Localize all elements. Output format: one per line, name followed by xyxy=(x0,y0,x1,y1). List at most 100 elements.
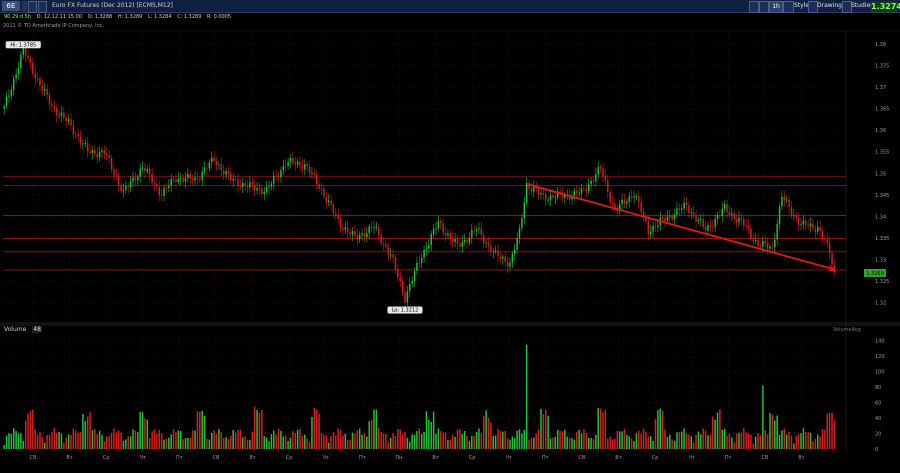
volume-bar xyxy=(764,430,766,449)
candle-body xyxy=(153,182,156,184)
candle-body xyxy=(179,177,182,179)
candle-body xyxy=(425,248,428,250)
volume-bar xyxy=(673,440,676,449)
candle-body xyxy=(697,220,700,222)
candle-body xyxy=(122,189,125,192)
volume-bar xyxy=(731,437,733,449)
candle-body xyxy=(327,200,330,203)
volume-bar xyxy=(125,439,127,449)
volume-bar xyxy=(537,428,540,449)
candle-body xyxy=(227,171,230,174)
candle-body xyxy=(831,253,833,265)
volume-bar xyxy=(561,431,564,449)
volume-bar xyxy=(697,431,700,449)
candle-body xyxy=(323,188,325,197)
candle-body xyxy=(745,225,747,226)
volume-bar xyxy=(485,410,487,449)
candle-body xyxy=(609,191,611,203)
candle-body xyxy=(8,95,10,97)
volume-bar xyxy=(287,441,289,449)
volume-bar xyxy=(115,432,118,449)
volume-bar xyxy=(75,430,77,449)
volume-bar xyxy=(358,428,361,449)
candle-body xyxy=(685,202,688,206)
volume-bar xyxy=(745,432,747,449)
candle-body xyxy=(120,184,122,192)
volume-bar xyxy=(583,429,585,449)
volume-bar xyxy=(213,429,215,449)
time-tick-label: CB xyxy=(30,455,37,461)
volume-bar xyxy=(781,430,783,449)
volume-bar xyxy=(692,442,695,449)
candle-body xyxy=(707,224,709,231)
volume-tick-label: 40 xyxy=(875,416,881,422)
volume-bar xyxy=(785,434,788,449)
candle-body xyxy=(716,215,719,220)
candle-body xyxy=(258,188,261,190)
volume-bar xyxy=(771,414,774,449)
candle-body xyxy=(206,167,208,169)
volume-bar xyxy=(296,430,299,449)
volume-bar xyxy=(246,439,249,449)
volume-bar xyxy=(294,432,296,449)
volume-bar xyxy=(244,436,246,449)
volume-bar xyxy=(547,415,549,449)
candle-body xyxy=(301,165,304,170)
candle-body xyxy=(330,200,332,205)
volume-bar xyxy=(10,433,13,449)
candle-body xyxy=(172,178,175,180)
volume-bar xyxy=(308,441,311,449)
volume-bar xyxy=(301,436,304,449)
volume-bar xyxy=(98,430,101,449)
candle-body xyxy=(814,228,817,232)
candle-body xyxy=(160,195,163,196)
candle-body xyxy=(12,78,15,90)
volume-bar xyxy=(218,429,220,449)
volume-bar xyxy=(542,414,545,449)
candle-body xyxy=(363,233,366,238)
price-chart[interactable]: 1.38 1.375 1.37 1.365 1.36 1.355 1.35 1.345 1.34… xyxy=(0,0,900,473)
volume-bar xyxy=(413,434,416,449)
volume-bar xyxy=(471,436,473,449)
candle-body xyxy=(447,233,449,236)
volume-bar xyxy=(179,430,182,449)
candle-body xyxy=(554,197,557,199)
volume-bar xyxy=(418,428,421,449)
volume-bar xyxy=(447,440,449,449)
volume-bar xyxy=(805,431,807,449)
candle-body xyxy=(151,174,153,183)
volume-bar xyxy=(740,432,743,449)
time-tick-label: Чт xyxy=(506,455,512,461)
volume-bar xyxy=(46,434,48,449)
volume-bar xyxy=(373,409,375,449)
volume-bar xyxy=(766,434,769,449)
candle-body xyxy=(79,136,82,144)
candle-body xyxy=(65,117,67,122)
volume-bar xyxy=(788,432,790,449)
volume-bar xyxy=(633,441,635,449)
candle-body xyxy=(394,257,397,269)
volume-bar xyxy=(129,436,132,449)
candle-body xyxy=(96,153,98,158)
volume-bar xyxy=(599,408,602,449)
candle-body xyxy=(72,125,75,134)
candle-body xyxy=(146,169,149,172)
candle-body xyxy=(75,133,77,135)
candle-body xyxy=(769,246,771,249)
volume-bar xyxy=(769,413,771,449)
candle-body xyxy=(781,196,783,207)
candle-body xyxy=(304,164,306,170)
volume-bar xyxy=(463,431,466,449)
volume-bar xyxy=(284,435,287,449)
volume-bar xyxy=(163,439,165,449)
candle-body xyxy=(249,182,251,188)
candle-body xyxy=(807,225,809,227)
volume-bar xyxy=(587,438,590,449)
volume-bar xyxy=(91,430,94,449)
volume-bar xyxy=(819,436,821,449)
volume-bar xyxy=(623,428,626,449)
candle-body xyxy=(640,202,642,213)
candle-body xyxy=(578,193,580,194)
candle-body xyxy=(358,235,361,239)
volume-bar xyxy=(454,436,456,449)
